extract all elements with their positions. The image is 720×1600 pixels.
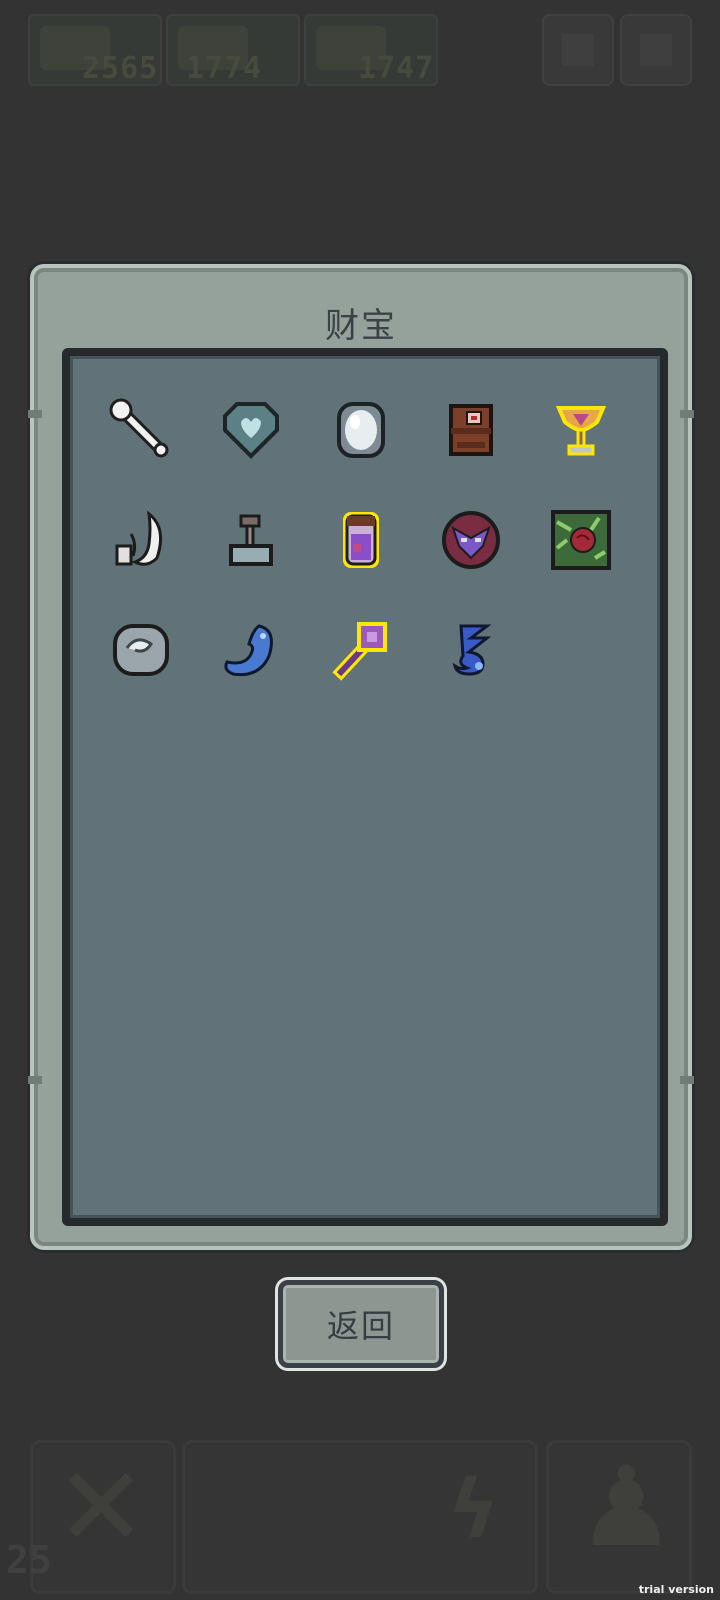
frame-rivet bbox=[680, 410, 694, 418]
menu-button[interactable] bbox=[542, 14, 614, 86]
settings-button[interactable] bbox=[620, 14, 692, 86]
resource-value: 1747 bbox=[358, 51, 435, 86]
pawn-icon: ♟ bbox=[577, 1443, 676, 1571]
frame-rivet bbox=[680, 1076, 694, 1084]
mirror-stone-icon bbox=[337, 402, 385, 458]
dialog-title: 财宝 bbox=[325, 306, 397, 346]
menu-icon bbox=[562, 34, 594, 66]
treasure-slot-blue-serpent[interactable] bbox=[425, 604, 517, 696]
level-number: 25 bbox=[6, 1538, 52, 1582]
treasure-slot-potion-jar[interactable] bbox=[315, 494, 407, 586]
settings-icon bbox=[640, 34, 672, 66]
treasure-slot-rose-tapestry[interactable] bbox=[535, 494, 627, 586]
treasure-slot-totem[interactable] bbox=[425, 384, 517, 476]
resource-value: 1774 bbox=[186, 51, 263, 86]
blue-serpent-icon bbox=[452, 624, 492, 676]
lever-switch-icon bbox=[229, 514, 273, 566]
golden-chalice-icon bbox=[555, 406, 607, 456]
treasure-slot-mirror-stone[interactable] bbox=[315, 384, 407, 476]
resource-skulls: 2565 bbox=[28, 14, 162, 86]
treasure-slot-claw[interactable] bbox=[95, 494, 187, 586]
frame-rivet bbox=[28, 1076, 42, 1084]
totem-idol-icon bbox=[449, 404, 493, 456]
resource-wings: 1774 bbox=[166, 14, 300, 86]
treasure-slot-lever[interactable] bbox=[205, 494, 297, 586]
skill-slot[interactable]: ϟ bbox=[182, 1440, 538, 1594]
lightning-icon: ϟ bbox=[447, 1463, 500, 1556]
treasure-slot-swirl-stone[interactable] bbox=[95, 604, 187, 696]
purple-key-icon bbox=[332, 622, 387, 681]
treasure-slot-bone[interactable] bbox=[95, 384, 187, 476]
treasure-slot-demon-orb[interactable] bbox=[425, 494, 517, 586]
frame-rivet bbox=[28, 410, 42, 418]
rose-tapestry-icon bbox=[551, 510, 611, 570]
bone-icon bbox=[109, 398, 169, 458]
resource-runes: 1747 bbox=[304, 14, 438, 86]
treasure-slot-blue-spirit[interactable] bbox=[205, 604, 297, 696]
blue-spirit-icon bbox=[224, 624, 273, 677]
treasure-slot-chalice[interactable] bbox=[535, 384, 627, 476]
resource-value: 2565 bbox=[82, 51, 159, 86]
crossed-swords-icon: ✕ bbox=[55, 1443, 148, 1571]
treasure-slot-heart-gem[interactable] bbox=[205, 384, 297, 476]
back-button[interactable]: 返回 bbox=[278, 1280, 444, 1368]
swirl-stone-icon bbox=[113, 624, 169, 676]
potion-jar-icon bbox=[343, 512, 379, 568]
watermark: trial version bbox=[638, 1583, 714, 1596]
treasure-dialog: 财宝 bbox=[28, 264, 694, 1250]
attack-slot[interactable]: ✕ bbox=[30, 1440, 176, 1594]
treasure-slot-purple-key[interactable] bbox=[315, 604, 407, 696]
heart-gem-icon bbox=[223, 402, 279, 459]
white-claw-icon bbox=[115, 510, 163, 566]
treasure-grid bbox=[62, 348, 668, 1226]
character-slot[interactable]: ♟ bbox=[546, 1440, 692, 1594]
demon-orb-icon bbox=[442, 511, 500, 569]
